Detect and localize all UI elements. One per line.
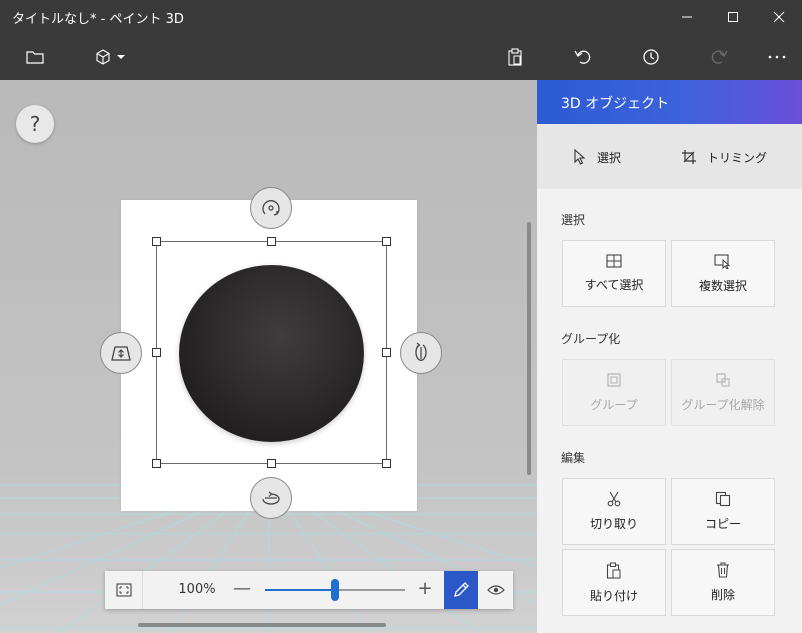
select-all-button[interactable]: すべて選択 bbox=[562, 240, 666, 307]
crop-mode-button[interactable]: トリミング bbox=[681, 146, 767, 168]
scissors-icon bbox=[607, 491, 621, 507]
undo-button[interactable] bbox=[568, 33, 598, 80]
folder-icon bbox=[26, 50, 44, 64]
trash-icon bbox=[717, 562, 729, 578]
ungroup-label: グループ化解除 bbox=[681, 398, 765, 412]
crop-mode-label: トリミング bbox=[707, 150, 768, 165]
fit-screen-icon bbox=[115, 583, 132, 597]
select-mode-button[interactable]: 選択 bbox=[573, 146, 621, 168]
multi-select-icon bbox=[714, 254, 731, 269]
more-icon bbox=[768, 55, 786, 58]
maximize-button[interactable] bbox=[710, 0, 756, 33]
copy-label: コピー bbox=[704, 517, 741, 531]
cut-label: 切り取り bbox=[589, 517, 638, 531]
toolbar bbox=[0, 33, 802, 80]
resize-handle-bottom-right[interactable] bbox=[382, 459, 391, 468]
redo-button[interactable] bbox=[704, 33, 734, 80]
select-all-label: すべて選択 bbox=[584, 278, 644, 292]
rotate-x-button[interactable] bbox=[250, 477, 292, 519]
chevron-down-icon bbox=[116, 54, 125, 59]
horizontal-scrollbar[interactable] bbox=[138, 623, 386, 627]
title-bar: タイトルなし* - ペイント 3D bbox=[0, 0, 802, 33]
close-button[interactable] bbox=[756, 0, 802, 33]
view-button[interactable] bbox=[478, 571, 513, 609]
zoom-in-button[interactable]: + bbox=[415, 580, 435, 600]
rotate-x-icon bbox=[262, 491, 280, 505]
clipboard-icon bbox=[508, 47, 522, 66]
zoom-slider-fill bbox=[265, 589, 335, 591]
ungroup-icon bbox=[716, 373, 730, 387]
zoom-out-button[interactable]: — bbox=[233, 580, 251, 600]
resize-handle-top[interactable] bbox=[267, 237, 276, 246]
select-all-icon bbox=[606, 254, 622, 268]
zoom-percent: 100% bbox=[178, 582, 216, 597]
section-group-label: グループ化 bbox=[561, 332, 621, 346]
maximize-icon bbox=[728, 11, 738, 22]
help-button[interactable]: ? bbox=[16, 105, 54, 143]
3d-cube-icon bbox=[95, 48, 110, 65]
crop-icon bbox=[682, 150, 696, 164]
resize-handle-bottom-left[interactable] bbox=[152, 459, 161, 468]
minimize-icon bbox=[682, 16, 692, 17]
cursor-icon bbox=[574, 149, 586, 165]
3d-object-menu-button[interactable] bbox=[88, 33, 132, 80]
resize-handle-right[interactable] bbox=[382, 348, 391, 357]
eye-icon bbox=[486, 585, 505, 595]
paste-label: 貼り付け bbox=[589, 588, 638, 603]
ungroup-button[interactable]: グループ化解除 bbox=[671, 359, 775, 426]
delete-button[interactable]: 削除 bbox=[671, 549, 775, 616]
select-mode-label: 選択 bbox=[597, 150, 622, 165]
menu-button[interactable] bbox=[20, 33, 50, 80]
resize-handle-bottom[interactable] bbox=[267, 459, 276, 468]
rotate-y-button[interactable] bbox=[400, 332, 442, 374]
redo-icon bbox=[711, 50, 728, 64]
minimize-button[interactable] bbox=[664, 0, 710, 33]
copy-button[interactable]: コピー bbox=[671, 478, 775, 545]
pen-icon bbox=[454, 582, 469, 597]
panel-header: 3D オブジェクト bbox=[537, 80, 802, 124]
undo-icon bbox=[574, 50, 591, 64]
resize-handle-top-right[interactable] bbox=[382, 237, 391, 246]
zoom-slider-thumb[interactable] bbox=[331, 579, 339, 601]
resize-handle-left[interactable] bbox=[152, 348, 161, 357]
group-icon bbox=[607, 373, 621, 387]
delete-label: 削除 bbox=[710, 588, 735, 602]
depth-move-button[interactable] bbox=[100, 332, 142, 374]
history-button[interactable] bbox=[636, 33, 666, 80]
fit-to-screen-button[interactable] bbox=[105, 571, 143, 609]
paste-icon bbox=[606, 562, 621, 579]
zoom-bar: 100% — + bbox=[105, 571, 513, 609]
rotate-y-icon bbox=[415, 342, 427, 361]
selection-box[interactable] bbox=[156, 241, 387, 464]
mode-row: 選択 トリミング bbox=[537, 124, 802, 189]
multi-select-button[interactable]: 複数選択 bbox=[671, 240, 775, 307]
vertical-scrollbar[interactable] bbox=[527, 222, 531, 475]
zoom-slider[interactable] bbox=[265, 579, 405, 601]
resize-handle-top-left[interactable] bbox=[152, 237, 161, 246]
history-icon bbox=[643, 48, 659, 65]
group-label: グループ bbox=[590, 398, 638, 412]
depth-move-icon bbox=[111, 346, 131, 361]
close-icon bbox=[773, 11, 785, 22]
canvas-area[interactable]: ? 100% — + bbox=[0, 80, 537, 633]
side-panel: 3D オブジェクト 選択 トリミング 選択 すべて選択 複数選択 グループ化 グ… bbox=[537, 80, 802, 633]
section-edit-label: 編集 bbox=[561, 451, 586, 465]
pen-mode-button[interactable] bbox=[444, 571, 478, 609]
paste-button[interactable]: 貼り付け bbox=[562, 549, 666, 616]
rotate-z-icon bbox=[262, 200, 280, 216]
copy-icon bbox=[715, 491, 731, 507]
cut-button[interactable]: 切り取り bbox=[562, 478, 666, 545]
multi-select-label: 複数選択 bbox=[698, 279, 747, 293]
window-title: タイトルなし* - ペイント 3D bbox=[12, 12, 184, 27]
group-button[interactable]: グループ bbox=[562, 359, 666, 426]
panel-title: 3D オブジェクト bbox=[561, 96, 670, 112]
more-button[interactable] bbox=[762, 33, 792, 80]
rotate-z-button[interactable] bbox=[250, 187, 292, 229]
paste-toolbar-button[interactable] bbox=[500, 33, 530, 80]
section-select-label: 選択 bbox=[561, 213, 586, 227]
